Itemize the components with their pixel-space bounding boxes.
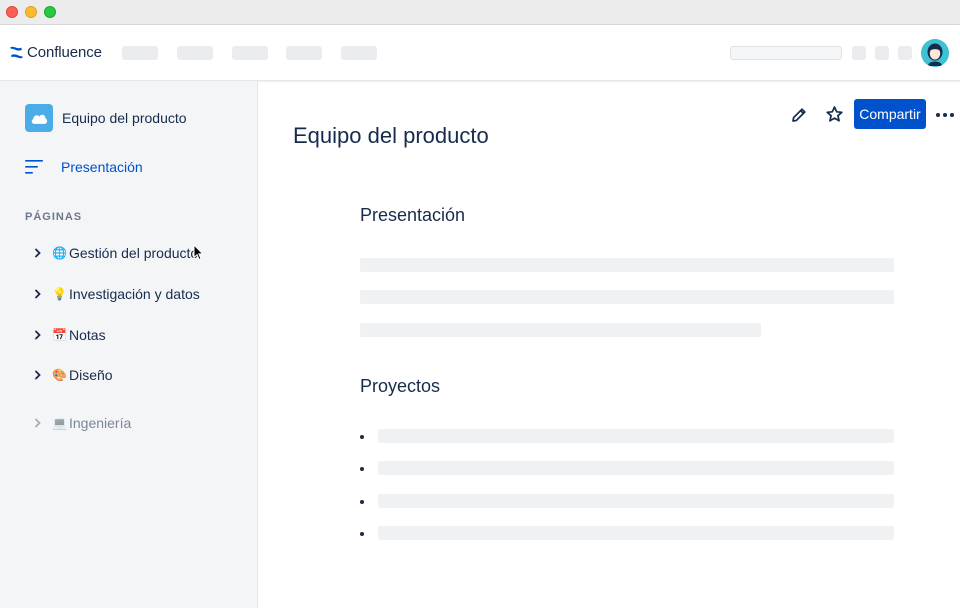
- list-item-placeholder: [378, 526, 894, 540]
- search-input[interactable]: [730, 46, 842, 60]
- sidebar-page-label: Investigación y datos: [69, 286, 200, 302]
- chevron-right-icon[interactable]: [32, 248, 44, 258]
- nav-item-placeholder[interactable]: [232, 46, 268, 60]
- lightbulb-icon: 💡: [52, 287, 67, 301]
- avatar[interactable]: [921, 39, 949, 67]
- sidebar-page-diseno[interactable]: 🎨 Diseño: [32, 365, 113, 385]
- star-icon[interactable]: [825, 105, 844, 124]
- sidebar-item-overview[interactable]: Presentación: [25, 159, 143, 175]
- sidebar-page-label: Diseño: [69, 367, 113, 383]
- top-navigation: Confluence: [0, 25, 960, 81]
- minimize-window-button[interactable]: [25, 6, 37, 18]
- chevron-right-icon[interactable]: [32, 289, 44, 299]
- globe-icon: 🌐: [52, 246, 67, 260]
- chevron-right-icon[interactable]: [32, 370, 44, 380]
- pencil-icon[interactable]: [790, 106, 808, 124]
- sidebar-page-investigacion[interactable]: 💡 Investigación y datos: [32, 284, 200, 304]
- space-header[interactable]: Equipo del producto: [25, 104, 187, 132]
- nav-item-placeholder[interactable]: [286, 46, 322, 60]
- settings-icon[interactable]: [898, 46, 912, 60]
- nav-item-placeholder[interactable]: [177, 46, 213, 60]
- list-item-placeholder: [378, 461, 894, 475]
- sidebar-page-label: Notas: [69, 327, 106, 343]
- bullet-point: [360, 435, 364, 439]
- overview-label: Presentación: [61, 159, 143, 175]
- confluence-logo[interactable]: Confluence: [10, 44, 102, 61]
- cloud-icon: [25, 104, 53, 132]
- overview-lines-icon: [25, 160, 43, 174]
- page-title: Equipo del producto: [293, 123, 489, 148]
- laptop-icon: 💻: [52, 416, 67, 430]
- chevron-right-icon[interactable]: [32, 330, 44, 340]
- mouse-cursor-icon: [193, 244, 204, 261]
- help-icon[interactable]: [875, 46, 889, 60]
- zoom-window-button[interactable]: [44, 6, 56, 18]
- close-window-button[interactable]: [6, 6, 18, 18]
- nav-item-placeholder[interactable]: [122, 46, 158, 60]
- nav-item-placeholder[interactable]: [341, 46, 377, 60]
- space-name: Equipo del producto: [62, 110, 187, 126]
- app-name: Confluence: [27, 44, 102, 61]
- bullet-point: [360, 532, 364, 536]
- calendar-icon: 📅: [52, 328, 67, 342]
- section-heading-projects: Proyectos: [360, 376, 441, 396]
- bullet-point: [360, 500, 364, 504]
- confluence-logo-icon: [10, 46, 23, 59]
- sidebar-page-label: Ingeniería: [69, 415, 132, 431]
- text-placeholder: [360, 290, 894, 304]
- sidebar: Equipo del producto Presentación PÁGINAS…: [0, 81, 258, 608]
- palette-icon: 🎨: [52, 368, 67, 382]
- sidebar-page-ingenieria[interactable]: 💻 Ingeniería: [32, 413, 131, 433]
- text-placeholder: [360, 323, 761, 337]
- share-button[interactable]: Compartir: [854, 99, 926, 129]
- notifications-icon[interactable]: [852, 46, 866, 60]
- text-placeholder: [360, 258, 894, 272]
- list-item-placeholder: [378, 494, 894, 508]
- user-avatar-icon: [921, 39, 949, 67]
- section-heading-overview: Presentación: [360, 205, 466, 225]
- more-icon[interactable]: [935, 111, 955, 119]
- window-titlebar: [0, 0, 960, 25]
- list-item-placeholder: [378, 429, 894, 443]
- sidebar-page-gestion[interactable]: 🌐 Gestión del producto: [32, 243, 198, 263]
- sidebar-page-label: Gestión del producto: [69, 245, 199, 261]
- pages-section-title: PÁGINAS: [25, 211, 83, 223]
- sidebar-page-notas[interactable]: 📅 Notas: [32, 325, 106, 345]
- bullet-point: [360, 467, 364, 471]
- chevron-right-icon[interactable]: [32, 418, 44, 428]
